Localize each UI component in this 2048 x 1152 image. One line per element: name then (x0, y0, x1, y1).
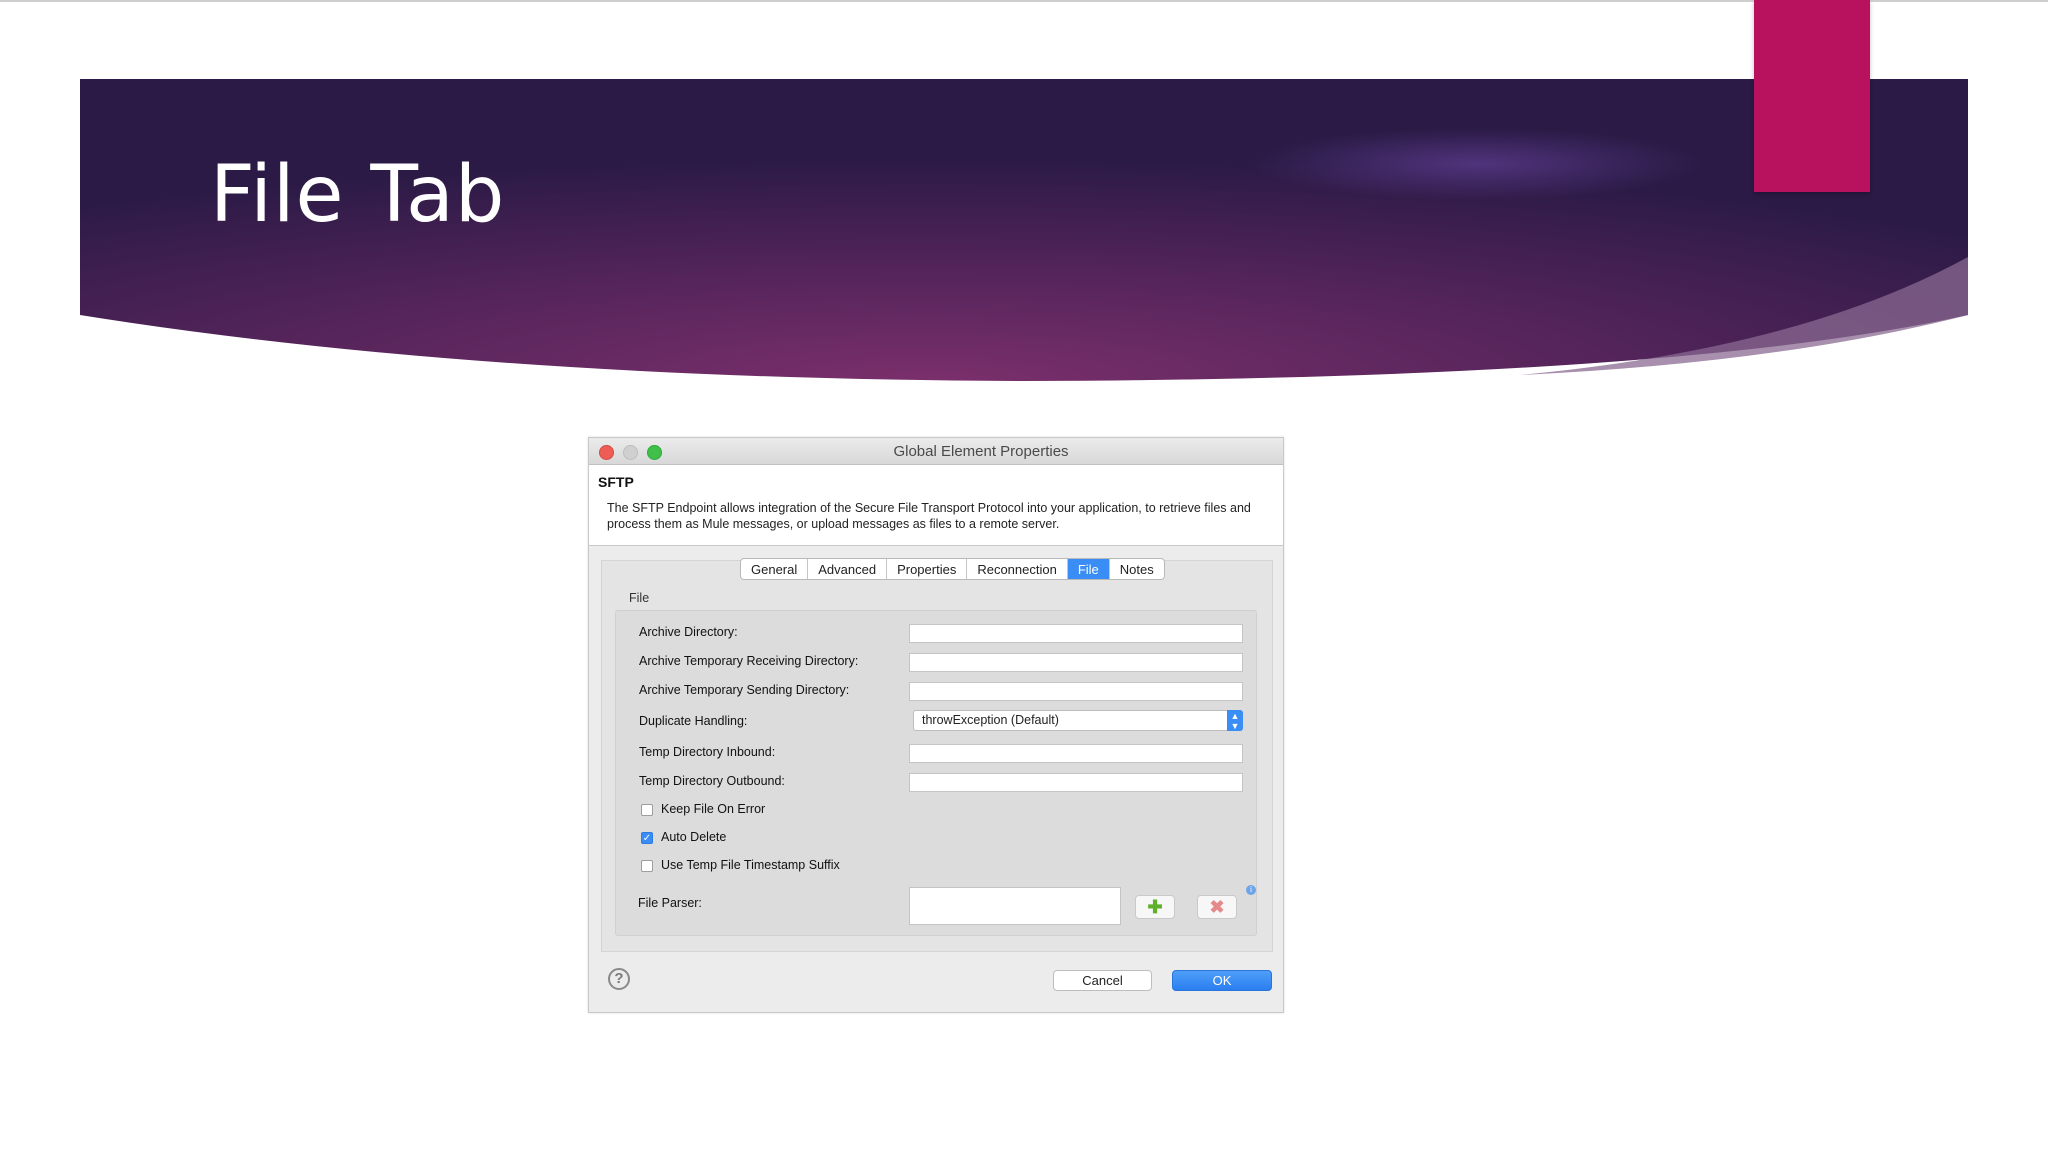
archive-directory-label: Archive Directory: (639, 625, 738, 639)
question-icon[interactable]: ? (608, 968, 630, 990)
group-label: File (629, 591, 650, 605)
slide: File Tab Global Element Properties SFTP … (0, 0, 2048, 1152)
slide-title: File Tab (210, 150, 506, 240)
auto-delete-label: Auto Delete (661, 830, 727, 844)
x-icon: ✖ (1209, 897, 1225, 917)
plus-icon: ✚ (1147, 897, 1163, 917)
archive-temp-receiving-input[interactable] (909, 653, 1243, 672)
tab-notes[interactable]: Notes (1110, 559, 1164, 579)
tab-general[interactable]: General (741, 559, 809, 579)
tab-reconnection[interactable]: Reconnection (967, 559, 1068, 579)
tab-file[interactable]: File (1067, 559, 1110, 579)
archive-temp-sending-label: Archive Temporary Sending Directory: (639, 683, 850, 697)
archive-temp-receiving-label: Archive Temporary Receiving Directory: (639, 654, 859, 668)
temp-dir-inbound-label: Temp Directory Inbound: (639, 745, 776, 759)
remove-parser-button[interactable]: ✖ (1197, 895, 1237, 919)
ok-button[interactable]: OK (1172, 970, 1272, 991)
use-temp-timestamp-checkbox[interactable] (641, 860, 653, 872)
top-border (0, 0, 2048, 2)
temp-dir-outbound-input[interactable] (909, 773, 1243, 792)
updown-arrows-icon: ▲ ▼ (1227, 710, 1243, 731)
archive-temp-sending-input[interactable] (909, 682, 1243, 701)
keep-file-on-error-checkbox[interactable] (641, 804, 653, 816)
dialog-header: SFTP The SFTP Endpoint allows integratio… (589, 465, 1283, 546)
temp-dir-inbound-input[interactable] (909, 744, 1243, 763)
temp-dir-outbound-label: Temp Directory Outbound: (639, 774, 785, 788)
tab-bar: General Advanced Properties Reconnection… (740, 558, 1165, 580)
duplicate-handling-label: Duplicate Handling: (639, 714, 748, 728)
file-parser-label: File Parser: (638, 896, 702, 910)
dialog-description: The SFTP Endpoint allows integration of … (607, 501, 1251, 531)
tab-properties[interactable]: Properties (887, 559, 968, 579)
auto-delete-checkbox[interactable]: ✓ (641, 832, 653, 844)
window-title: Global Element Properties (893, 443, 1069, 460)
tab-advanced[interactable]: Advanced (808, 559, 888, 579)
duplicate-handling-value: throwException (Default) (922, 713, 1059, 727)
keep-file-on-error-label: Keep File On Error (661, 802, 766, 816)
window-titlebar: Global Element Properties (589, 438, 1283, 465)
use-temp-timestamp-label: Use Temp File Timestamp Suffix (661, 858, 840, 872)
add-parser-button[interactable]: ✚ (1135, 895, 1175, 919)
archive-directory-input[interactable] (909, 624, 1243, 643)
cancel-button[interactable]: Cancel (1053, 970, 1152, 991)
file-parser-input[interactable] (909, 887, 1121, 925)
duplicate-handling-select[interactable]: throwException (Default) ▲ ▼ (913, 710, 1243, 731)
dialog-heading: SFTP (598, 474, 634, 490)
global-element-properties-dialog: Global Element Properties SFTP The SFTP … (588, 437, 1284, 1013)
accent-bar (1754, 0, 1870, 192)
info-icon[interactable]: i (1246, 885, 1256, 895)
